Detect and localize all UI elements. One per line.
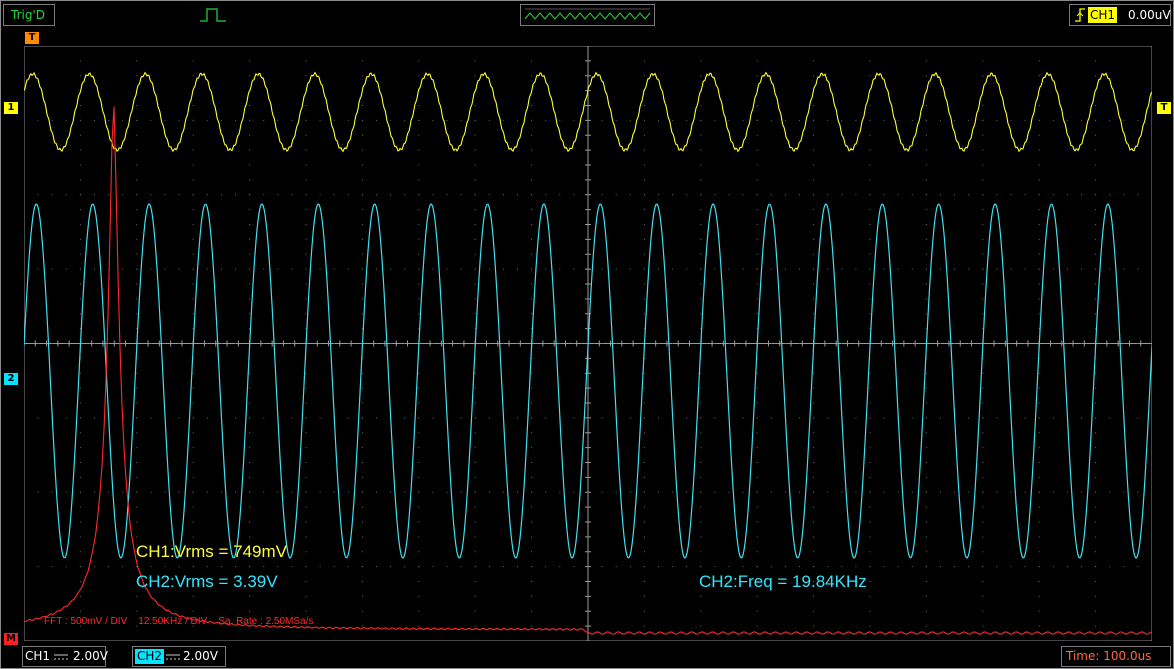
ch2-frequency-measurement: CH2:Freq = 19.84KHz xyxy=(699,572,867,591)
rising-edge-icon xyxy=(1075,8,1085,22)
trigger-source: CH1 xyxy=(1088,7,1118,23)
ch2-scale[interactable]: CH2 2.00V xyxy=(132,646,226,667)
waveform-overview[interactable] xyxy=(520,4,655,26)
ch2-volts-per-div: 2.00V xyxy=(183,649,218,663)
ch1-scale[interactable]: CH1 2.00V xyxy=(22,646,108,667)
ch2-vrms-measurement: CH2:Vrms = 3.39V xyxy=(136,572,278,591)
horizontal-trigger-position-marker[interactable]: T xyxy=(25,32,39,44)
oscilloscope-window: Trig'D CH1 0.00uV T 1 T 2 M CH1:Vrms = 7… xyxy=(0,0,1174,669)
ch1-label: CH1 xyxy=(25,649,51,663)
trigger-pulse-icon xyxy=(200,8,226,22)
trigger-status: Trig'D xyxy=(3,4,55,26)
overview-wave-icon xyxy=(524,8,651,20)
dc-coupling-icon xyxy=(54,654,68,660)
trigger-settings[interactable]: CH1 0.00uV xyxy=(1069,4,1171,26)
ch2-label: CH2 xyxy=(135,649,165,664)
ch2-offset-marker[interactable]: 2 xyxy=(4,373,18,385)
timebase[interactable]: Time: 100.0us xyxy=(1061,646,1171,667)
ch1-vrms-measurement: CH1:Vrms = 749mV xyxy=(136,542,287,561)
ch1-volts-per-div: 2.00V xyxy=(73,649,108,663)
fft-info: FFT : 500mV / DIV 12.50KHz / DIV Sa. Rat… xyxy=(44,616,314,627)
trigger-level-marker[interactable]: T xyxy=(1157,102,1171,114)
dc-coupling-icon xyxy=(166,654,180,660)
math-offset-marker[interactable]: M xyxy=(4,633,18,645)
trigger-level: 0.00uV xyxy=(1128,8,1171,22)
ch1-offset-marker[interactable]: 1 xyxy=(4,102,18,114)
